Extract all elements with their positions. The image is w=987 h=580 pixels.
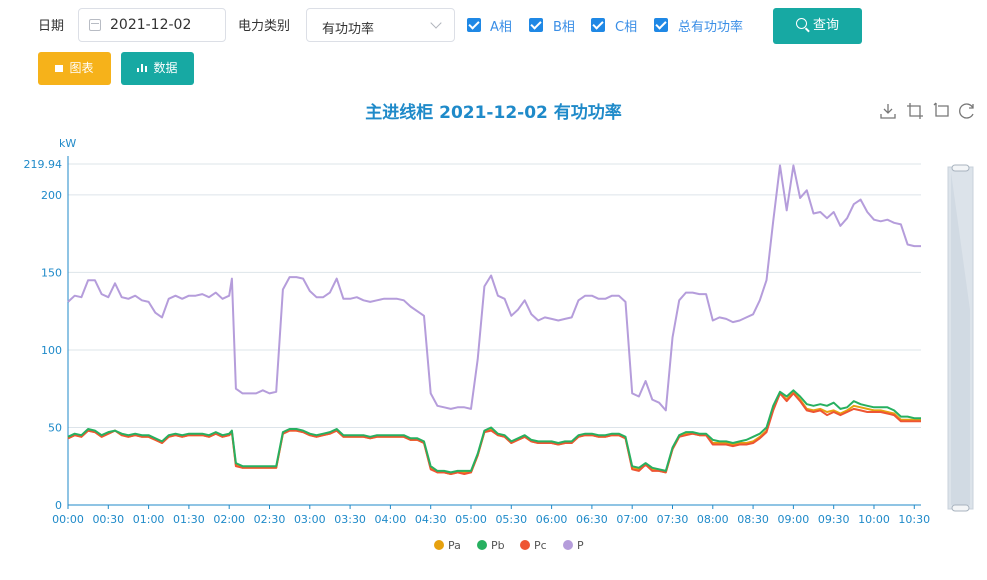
x-tick-label: 09:30 (818, 513, 850, 526)
y-axis-unit: kW (59, 137, 76, 150)
x-tick-label: 01:30 (173, 513, 205, 526)
y-tick-label: 50 (48, 421, 62, 434)
y-tick-label: 150 (41, 266, 62, 279)
y-axis: kW 219.94 200 150 100 50 0 (24, 137, 77, 512)
x-tick-label: 06:30 (576, 513, 608, 526)
x-axis: 00:00 00:30 01:00 01:30 02:00 02:30 03:00 03:30… (52, 504, 930, 526)
y-tick-label: 219.94 (24, 158, 63, 171)
x-tick-label: 10:00 (858, 513, 890, 526)
legend-label: Pa (448, 539, 461, 552)
x-tick-label: 08:30 (737, 513, 769, 526)
x-tick-label: 10:30 (898, 513, 930, 526)
y-tick-label: 0 (55, 499, 62, 512)
series-line-pb (67, 389, 921, 474)
x-tick-label: 03:00 (294, 513, 326, 526)
series-line-p (67, 164, 921, 412)
x-tick-label: 05:30 (495, 513, 527, 526)
x-tick-label: 03:30 (334, 513, 366, 526)
zoom-handle-bottom (951, 504, 970, 512)
legend: Pa Pb Pc P (434, 539, 584, 552)
legend-label: Pb (491, 539, 505, 552)
legend-label: Pc (534, 539, 547, 552)
legend-marker (477, 540, 487, 550)
x-tick-label: 04:00 (375, 513, 407, 526)
x-tick-label: 02:00 (213, 513, 245, 526)
legend-item-pb[interactable]: Pb (477, 539, 505, 552)
legend-marker (563, 540, 573, 550)
legend-item-pc[interactable]: Pc (520, 539, 547, 552)
legend-label: P (577, 539, 584, 552)
x-tick-label: 07:30 (657, 513, 689, 526)
legend-item-p[interactable]: P (563, 539, 584, 552)
x-tick-label: 00:30 (92, 513, 124, 526)
x-tick-label: 06:00 (536, 513, 568, 526)
legend-marker (520, 540, 530, 550)
y-tick-label: 100 (41, 344, 62, 357)
x-tick-label: 05:00 (455, 513, 487, 526)
legend-item-pa[interactable]: Pa (434, 539, 461, 552)
x-tick-label: 07:00 (616, 513, 648, 526)
x-tick-label: 01:00 (133, 513, 165, 526)
zoom-handle-top (951, 164, 970, 172)
x-tick-label: 09:00 (778, 513, 810, 526)
chart-grid (68, 163, 921, 506)
data-zoom-slider[interactable] (947, 164, 974, 512)
x-tick-label: 04:30 (415, 513, 447, 526)
power-line-chart: kW 219.94 200 150 100 50 0 00:00 00:30 01:00 01:3… (24, 137, 974, 552)
x-tick-label: 08:00 (697, 513, 729, 526)
x-tick-label: 02:30 (254, 513, 286, 526)
x-tick-label: 00:00 (52, 513, 84, 526)
y-tick-label: 200 (41, 189, 62, 202)
legend-marker (434, 540, 444, 550)
